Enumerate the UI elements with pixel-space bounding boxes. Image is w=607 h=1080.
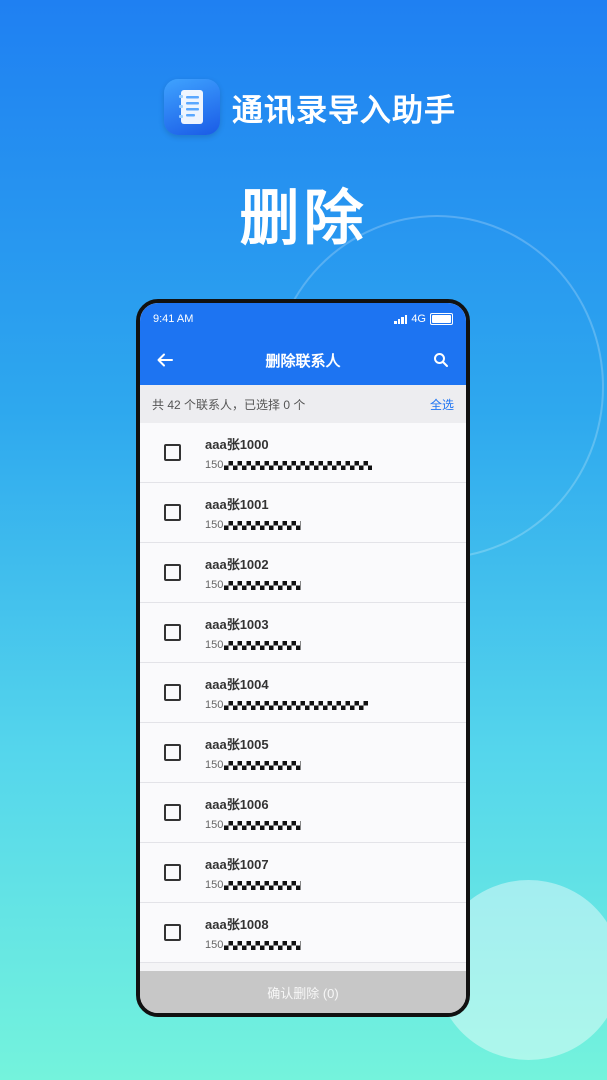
contact-row[interactable]: aaa张1008 150	[140, 903, 466, 963]
phone-redaction	[224, 460, 373, 470]
selection-summary: 共 42 个联系人，已选择 0 个 全选	[140, 385, 466, 423]
contact-phone: 150	[205, 879, 224, 891]
contact-phone: 150	[205, 459, 224, 471]
app-name: 通讯录导入助手	[232, 92, 456, 128]
arrow-left-icon	[157, 353, 173, 367]
contact-phone: 150	[205, 639, 224, 651]
contact-name: aaa张1000	[205, 437, 269, 452]
contact-checkbox[interactable]	[164, 624, 181, 641]
signal-icon	[394, 314, 408, 324]
contact-phone: 150	[205, 819, 224, 831]
contact-name: aaa张1008	[205, 917, 269, 932]
phone-redaction	[224, 880, 302, 890]
contact-checkbox[interactable]	[164, 924, 181, 941]
battery-icon	[430, 313, 453, 325]
contact-checkbox[interactable]	[164, 864, 181, 881]
status-time: 9:41 AM	[153, 313, 194, 325]
hero-title: 删除	[239, 185, 368, 252]
contact-row[interactable]: aaa张1003 150	[140, 603, 466, 663]
contact-row[interactable]: aaa张1007 150	[140, 843, 466, 903]
phone-redaction	[224, 700, 369, 710]
contact-row[interactable]: aaa张1002 150	[140, 543, 466, 603]
app-bar: 删除联系人	[140, 335, 466, 385]
contact-row[interactable]: aaa张1005 150	[140, 723, 466, 783]
contact-name: aaa张1001	[205, 497, 269, 512]
phone-mockup: 9:41 AM 4G 删除联系人 共 42 个联系人，已选择 0 个 全选 aa…	[136, 299, 470, 1017]
contact-phone: 150	[205, 519, 224, 531]
search-icon	[434, 353, 448, 367]
contact-name: aaa张1006	[205, 797, 269, 812]
contact-row[interactable]: aaa张1004 150	[140, 663, 466, 723]
contact-phone: 150	[205, 939, 224, 951]
contact-checkbox[interactable]	[164, 564, 181, 581]
contacts-book-icon	[164, 79, 220, 135]
contact-row[interactable]: aaa张1000 150	[140, 423, 466, 483]
contact-name: aaa张1004	[205, 677, 269, 692]
brand-header: 通讯录导入助手	[164, 78, 456, 136]
contact-name: aaa张1002	[205, 557, 269, 572]
back-button[interactable]	[152, 347, 178, 373]
search-button[interactable]	[428, 347, 454, 373]
contact-checkbox[interactable]	[164, 504, 181, 521]
phone-redaction	[224, 760, 302, 770]
contact-name: aaa张1007	[205, 857, 269, 872]
contact-phone: 150	[205, 699, 224, 711]
contact-list: aaa张1000 150 aaa张1001 150 aaa张1002 150 a…	[140, 423, 466, 963]
phone-redaction	[224, 820, 302, 830]
contact-name: aaa张1005	[205, 737, 269, 752]
status-indicators: 4G	[394, 313, 453, 325]
contact-phone: 150	[205, 759, 224, 771]
phone-redaction	[224, 640, 302, 650]
phone-redaction	[224, 520, 302, 530]
phone-redaction	[224, 940, 302, 950]
page-title: 删除联系人	[265, 352, 341, 370]
contact-checkbox[interactable]	[164, 444, 181, 461]
phone-redaction	[224, 580, 302, 590]
confirm-delete-button[interactable]: 确认删除 (0)	[140, 971, 466, 1013]
contact-row[interactable]: aaa张1001 150	[140, 483, 466, 543]
summary-text: 共 42 个联系人，已选择 0 个	[152, 397, 306, 412]
contact-row[interactable]: aaa张1006 150	[140, 783, 466, 843]
select-all-button[interactable]: 全选	[430, 396, 454, 413]
contact-checkbox[interactable]	[164, 744, 181, 761]
contact-phone: 150	[205, 579, 224, 591]
contact-name: aaa张1003	[205, 617, 269, 632]
contact-checkbox[interactable]	[164, 684, 181, 701]
status-bar: 9:41 AM 4G	[140, 303, 466, 335]
contact-checkbox[interactable]	[164, 804, 181, 821]
network-label: 4G	[411, 313, 426, 325]
